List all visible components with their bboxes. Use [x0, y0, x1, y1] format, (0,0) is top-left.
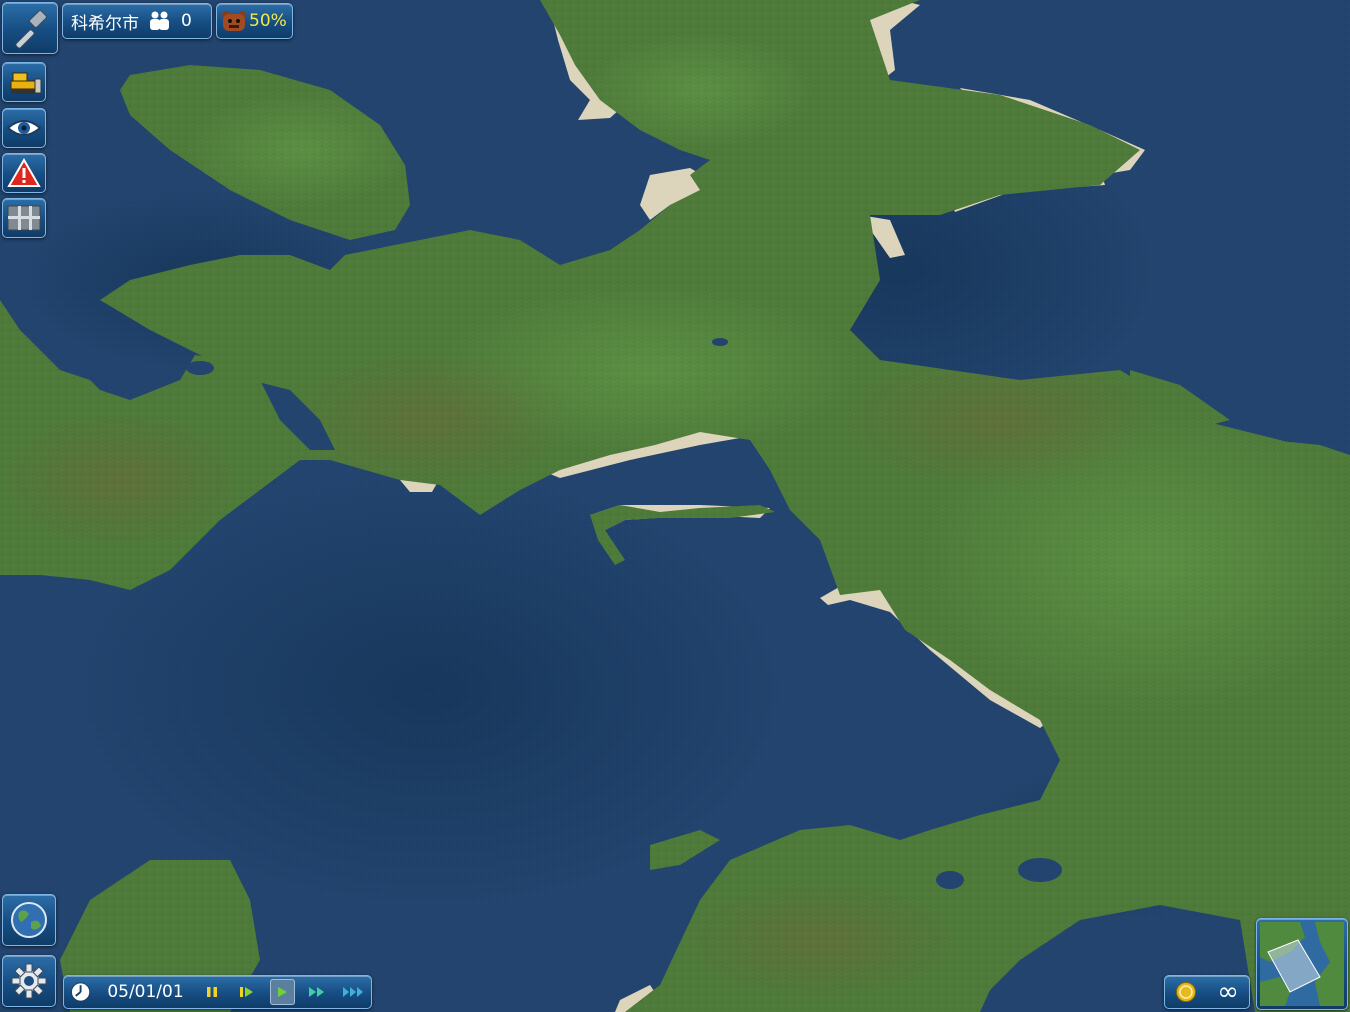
money-balance: ∞: [1217, 977, 1239, 1007]
pause-button[interactable]: [200, 979, 225, 1005]
time-control-panel: 05/01/01: [63, 975, 372, 1009]
alerts-button[interactable]: [2, 153, 46, 193]
roads-tool-button[interactable]: [2, 198, 46, 238]
fast-forward-button[interactable]: [305, 979, 330, 1005]
gear-icon: [11, 963, 47, 999]
world-map-button[interactable]: [2, 894, 56, 946]
population-count: 0: [181, 11, 192, 31]
game-date: 05/01/01: [107, 982, 184, 1002]
play-icon: [278, 987, 288, 997]
approval-panel[interactable]: 50%: [216, 3, 293, 39]
minimap-view: [1260, 922, 1344, 1006]
play-button[interactable]: [269, 979, 295, 1005]
settings-button[interactable]: [2, 955, 56, 1007]
hammer-icon: [15, 10, 47, 49]
fast-forward-icon: [309, 987, 325, 997]
clock-icon: [70, 982, 91, 1002]
globe-icon: [11, 902, 47, 938]
approval-percent: 50%: [249, 11, 287, 31]
eye-icon: [6, 120, 42, 136]
fastest-button[interactable]: [340, 979, 365, 1005]
fastest-icon: [342, 987, 363, 997]
step-icon: [240, 987, 254, 997]
step-button[interactable]: [235, 979, 260, 1005]
population-icon: [150, 11, 169, 30]
warning-icon: [7, 158, 41, 187]
build-tool-button[interactable]: [2, 2, 58, 54]
money-panel[interactable]: ∞: [1164, 975, 1250, 1009]
bulldozer-button[interactable]: [2, 62, 46, 102]
bulldozer-icon: [10, 72, 42, 94]
minimap[interactable]: [1256, 918, 1348, 1010]
world-map[interactable]: [0, 0, 1350, 1012]
coin-icon: [1176, 982, 1197, 1002]
pause-icon: [207, 987, 218, 997]
city-name: 科希尔市: [71, 13, 139, 34]
view-layers-button[interactable]: [2, 108, 46, 148]
city-info-panel[interactable]: 科希尔市 0: [62, 3, 212, 39]
mood-bear-icon: [222, 11, 246, 31]
road-grid-icon: [7, 205, 41, 231]
